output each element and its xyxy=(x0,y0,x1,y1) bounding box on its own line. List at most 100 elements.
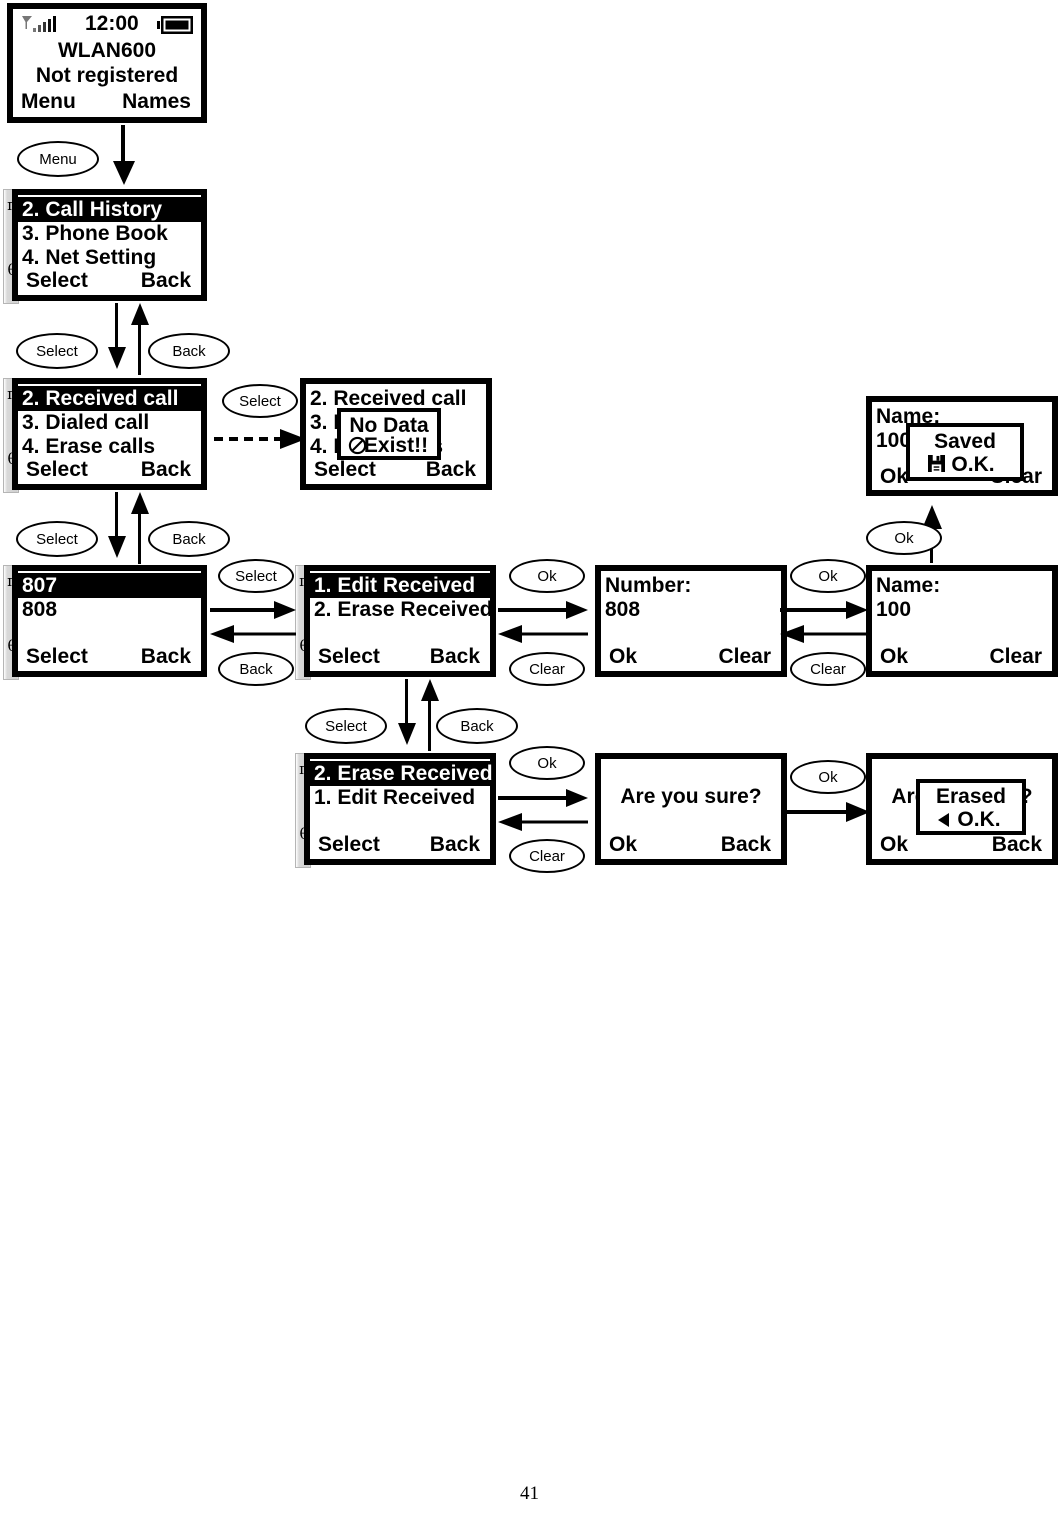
name-field-value[interactable]: 100 xyxy=(876,597,1048,622)
save-disk-icon xyxy=(928,455,945,472)
softkey-select[interactable]: Select xyxy=(26,644,88,669)
softkey-back[interactable]: Back xyxy=(721,832,771,857)
main-menu-screen[interactable]: 2. Call History 3. Phone Book 4. Net Set… xyxy=(12,189,207,301)
menu-item[interactable]: 2. Erase Received xyxy=(314,597,493,622)
button-clear[interactable]: Clear xyxy=(509,839,585,873)
button-back[interactable]: Back xyxy=(148,521,230,557)
popup-line-2: O.K. xyxy=(957,808,1001,831)
softkey-clear[interactable]: Clear xyxy=(718,644,771,669)
button-back[interactable]: Back xyxy=(148,333,230,369)
menu-item[interactable]: 4. Erase calls xyxy=(22,434,197,459)
received-call-list-screen[interactable]: 807 808 Select Back xyxy=(12,565,207,677)
button-ok[interactable]: Ok xyxy=(509,559,585,593)
softkey-bar: Menu Names xyxy=(17,89,197,114)
softkey-bar: Ok Clear xyxy=(605,644,777,669)
softkey-select[interactable]: Select xyxy=(26,268,88,293)
softkey-back[interactable]: Back xyxy=(141,268,191,293)
no-data-popup: No Data Exist!! xyxy=(337,408,441,460)
softkey-names[interactable]: Names xyxy=(122,89,191,114)
button-select[interactable]: Select xyxy=(222,384,298,418)
menu-item[interactable]: 1. Edit Received xyxy=(314,785,486,810)
softkey-select[interactable]: Select xyxy=(318,832,380,857)
menu-item-selected[interactable]: 2. Call History xyxy=(18,197,201,222)
registration-status-label: Not registered xyxy=(35,64,179,87)
button-ok[interactable]: Ok xyxy=(790,760,866,794)
softkey-back[interactable]: Back xyxy=(141,644,191,669)
arrow-edit-menu-to-number xyxy=(498,601,588,643)
battery-icon xyxy=(157,16,193,34)
status-bar: 12:00 xyxy=(19,12,195,38)
button-select[interactable]: Select xyxy=(16,521,98,557)
name-edit-screen[interactable]: Name: 100 Ok Clear xyxy=(866,565,1058,677)
arrow-down-select-3 xyxy=(398,679,448,751)
confirm-erase-screen[interactable]: Are you sure? Ok Back xyxy=(595,753,787,865)
softkey-bar: Select Back xyxy=(314,832,486,857)
popup-line-2: O.K. xyxy=(951,453,995,476)
menu-item-selected[interactable]: 2. Erase Received xyxy=(310,761,493,786)
button-clear[interactable]: Clear xyxy=(790,652,866,686)
button-select[interactable]: Select xyxy=(16,333,98,369)
menu-item-selected[interactable]: 1. Edit Received xyxy=(310,573,490,598)
softkey-select[interactable]: Select xyxy=(314,457,376,482)
popup-line-1: Saved xyxy=(934,430,996,453)
dashed-arrow-to-no-data xyxy=(214,429,306,449)
arrow-number-to-name xyxy=(780,601,868,643)
confirm-prompt: Are you sure? xyxy=(620,785,762,808)
name-field-label: Name: xyxy=(876,574,941,597)
menu-item[interactable]: 3. Phone Book xyxy=(22,221,197,246)
softkey-bar: Select Back xyxy=(22,457,197,482)
menu-item[interactable]: 4. Net Setting xyxy=(22,245,197,270)
erased-ok-popup: Erased O.K. xyxy=(916,779,1026,835)
softkey-bar: Select Back xyxy=(22,644,197,669)
softkey-select[interactable]: Select xyxy=(26,457,88,482)
button-ok[interactable]: Ok xyxy=(509,746,585,780)
list-item-selected[interactable]: 807 xyxy=(18,573,201,598)
softkey-back[interactable]: Back xyxy=(430,832,480,857)
button-menu[interactable]: Menu xyxy=(17,141,99,177)
button-back[interactable]: Back xyxy=(436,708,518,744)
softkey-bar: Ok Clear xyxy=(876,644,1048,669)
button-select[interactable]: Select xyxy=(305,708,387,744)
softkey-ok[interactable]: Ok xyxy=(609,644,637,669)
popup-line-1: Erased xyxy=(935,785,1007,808)
softkey-ok[interactable]: Ok xyxy=(880,644,908,669)
softkey-bar: Ok Back xyxy=(876,832,1048,857)
arrow-idle-to-menu xyxy=(113,125,135,187)
number-field-value[interactable]: 808 xyxy=(605,597,777,622)
softkey-back[interactable]: Back xyxy=(141,457,191,482)
softkey-select[interactable]: Select xyxy=(318,644,380,669)
number-edit-screen[interactable]: Number: 808 Ok Clear xyxy=(595,565,787,677)
button-back[interactable]: Back xyxy=(218,652,294,686)
clock-label: 12:00 xyxy=(85,12,139,35)
arrow-down-select-2 xyxy=(108,492,158,564)
page-number: 41 xyxy=(520,1483,539,1504)
left-triangle-icon xyxy=(938,813,949,827)
softkey-back[interactable]: Back xyxy=(426,457,476,482)
menu-item[interactable]: 3. Dialed call xyxy=(22,410,197,435)
arrow-down-select-1 xyxy=(108,303,158,375)
number-field-label: Number: xyxy=(605,574,692,597)
operator-label: WLAN600 xyxy=(57,39,157,62)
button-ok[interactable]: Ok xyxy=(866,521,942,555)
received-erase-menu-screen[interactable]: 2. Erase Received 1. Edit Received Selec… xyxy=(304,753,496,865)
arrow-list-to-edit-menu xyxy=(210,601,296,643)
received-edit-menu-screen[interactable]: 1. Edit Received 2. Erase Received Selec… xyxy=(304,565,496,677)
softkey-bar: Select Back xyxy=(310,457,482,482)
softkey-ok[interactable]: Ok xyxy=(880,464,908,489)
button-select[interactable]: Select xyxy=(218,559,294,593)
list-item[interactable]: 808 xyxy=(22,597,197,622)
call-history-screen[interactable]: 2. Received call 3. Dialed call 4. Erase… xyxy=(12,378,207,490)
softkey-bar: Ok Back xyxy=(605,832,777,857)
softkey-back[interactable]: Back xyxy=(992,832,1042,857)
signal-bars-icon xyxy=(22,16,56,32)
arrow-confirm-to-erased xyxy=(786,802,870,822)
softkey-clear[interactable]: Clear xyxy=(989,644,1042,669)
softkey-ok[interactable]: Ok xyxy=(609,832,637,857)
menu-item-selected[interactable]: 2. Received call xyxy=(18,386,201,411)
button-ok[interactable]: Ok xyxy=(790,559,866,593)
softkey-ok[interactable]: Ok xyxy=(880,832,908,857)
button-clear[interactable]: Clear xyxy=(509,652,585,686)
idle-screen[interactable]: 12:00 WLAN600 Not registered Menu Names xyxy=(7,3,207,123)
softkey-back[interactable]: Back xyxy=(430,644,480,669)
softkey-menu[interactable]: Menu xyxy=(21,89,76,114)
